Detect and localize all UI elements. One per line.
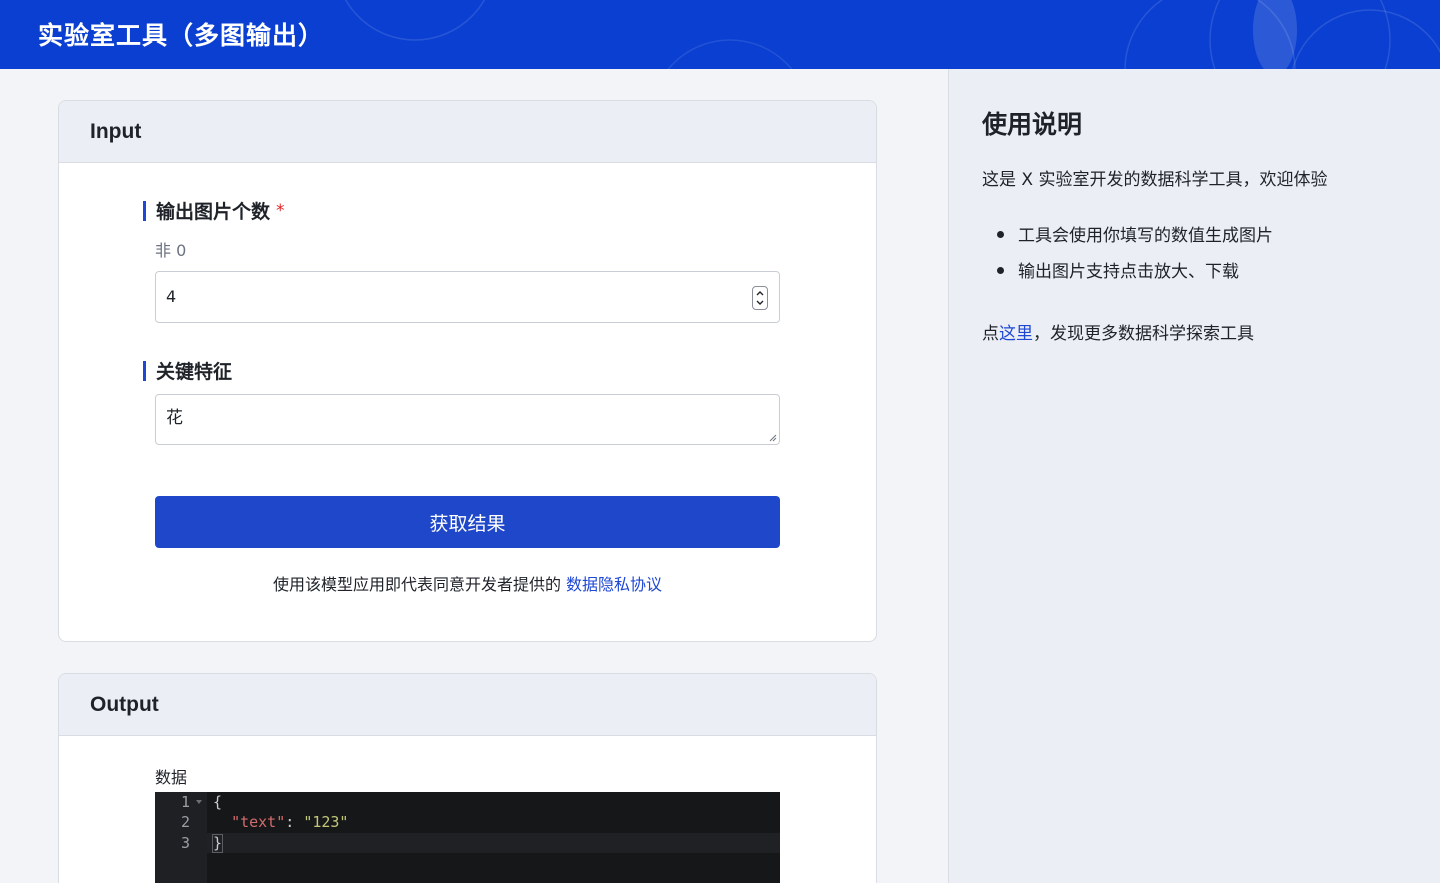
feature-textarea[interactable]: 花 xyxy=(155,394,780,445)
output-card: Output 数据 1 2 3 { "text": "123" } xyxy=(58,673,877,883)
line-number: 3 xyxy=(180,834,190,852)
image-count-input[interactable]: 4 xyxy=(155,271,780,323)
input-card-title: Input xyxy=(90,119,142,143)
footer-prefix: 点 xyxy=(982,324,999,344)
line-number: 2 xyxy=(180,813,190,831)
label-accent-bar xyxy=(143,360,146,381)
json-code-editor[interactable]: 1 2 3 { "text": "123" } xyxy=(155,792,780,883)
footer-suffix: ，发现更多数据科学探索工具 xyxy=(1033,324,1254,344)
line-number-gutter: 1 2 3 xyxy=(155,792,207,883)
feature-value: 花 xyxy=(166,408,183,428)
count-field-hint: 非 0 xyxy=(155,241,187,260)
instructions-sidebar: 使用说明 这是 X 实验室开发的数据科学工具，欢迎体验 工具会使用你填写的数值生… xyxy=(948,69,1440,883)
sidebar-footer: 点这里，发现更多数据科学探索工具 xyxy=(982,319,1254,344)
feature-field-label: 关键特征 xyxy=(143,357,232,384)
fold-arrow-icon[interactable] xyxy=(195,799,203,805)
app-title: 实验室工具（多图输出） xyxy=(38,21,325,50)
json-value: "123" xyxy=(303,813,349,831)
privacy-policy-link[interactable]: 数据隐私协议 xyxy=(566,575,662,594)
line-number: 1 xyxy=(180,793,190,811)
code-token: } xyxy=(213,834,223,852)
code-line: { xyxy=(213,793,222,811)
sidebar-title: 使用说明 xyxy=(982,110,1083,139)
get-result-button[interactable]: 获取结果 xyxy=(155,496,780,548)
required-mark: * xyxy=(276,200,285,221)
more-tools-link[interactable]: 这里 xyxy=(999,324,1033,344)
json-key: "text" xyxy=(231,813,286,831)
main-panel: Input 输出图片个数 * 非 0 4 关键特征 花 获取结果 使用该模型应用… xyxy=(0,69,948,883)
feature-list: 工具会使用你填写的数值生成图片 输出图片支持点击放大、下载 xyxy=(982,221,1273,293)
label-accent-bar xyxy=(143,200,146,221)
input-card-header: Input xyxy=(59,101,876,163)
count-label-text: 输出图片个数 xyxy=(156,201,271,223)
code-token: : xyxy=(285,813,304,831)
output-card-title: Output xyxy=(90,692,159,716)
list-item: 工具会使用你填写的数值生成图片 xyxy=(982,221,1273,257)
chevron-down-icon[interactable] xyxy=(756,299,764,307)
count-field-label: 输出图片个数 * xyxy=(143,197,285,224)
output-card-header: Output xyxy=(59,674,876,736)
image-count-value: 4 xyxy=(166,287,177,306)
consent-text: 使用该模型应用即代表同意开发者提供的 xyxy=(272,575,561,594)
resize-handle-icon[interactable] xyxy=(769,434,777,442)
number-stepper[interactable] xyxy=(752,286,768,310)
top-header: 实验室工具（多图输出） xyxy=(0,0,1440,69)
input-card: Input 输出图片个数 * 非 0 4 关键特征 花 获取结果 使用该模型应用… xyxy=(58,100,877,642)
data-label: 数据 xyxy=(155,768,188,787)
active-line-highlight xyxy=(207,833,780,853)
feature-label-text: 关键特征 xyxy=(156,361,233,383)
code-line: } xyxy=(213,834,222,852)
code-token: { xyxy=(213,793,223,811)
code-line: "text": "123" xyxy=(213,813,348,831)
sidebar-intro: 这是 X 实验室开发的数据科学工具，欢迎体验 xyxy=(982,170,1328,190)
list-item: 输出图片支持点击放大、下载 xyxy=(982,257,1273,293)
chevron-up-icon[interactable] xyxy=(756,289,764,297)
privacy-consent: 使用该模型应用即代表同意开发者提供的 数据隐私协议 xyxy=(59,571,876,595)
